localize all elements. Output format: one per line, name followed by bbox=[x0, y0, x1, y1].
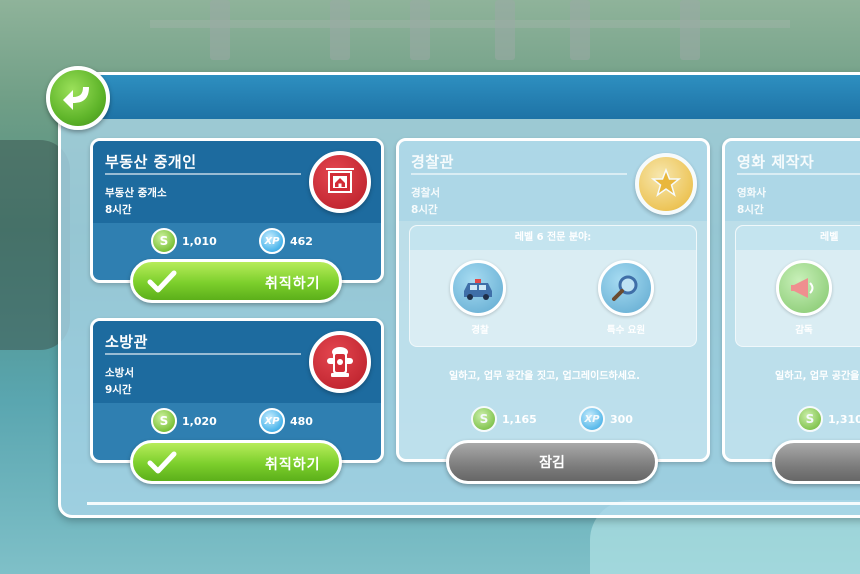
specialization-label: 특수 요원 bbox=[606, 325, 646, 336]
get-job-label: 취직하기 bbox=[265, 276, 321, 292]
checkmark-icon bbox=[147, 270, 177, 293]
job-workplace: 소방서 bbox=[105, 367, 134, 379]
xp-icon: XP bbox=[259, 408, 285, 434]
title-divider bbox=[105, 353, 301, 355]
megaphone-icon bbox=[776, 260, 832, 316]
unlock-hint: 일하고, 업무 공간을 bbox=[775, 371, 860, 382]
house-sign-icon bbox=[309, 151, 371, 213]
magnifying-glass-icon bbox=[598, 260, 654, 316]
background-post bbox=[410, 0, 430, 60]
xp-amount: 300 bbox=[610, 412, 633, 426]
simoleon-icon: S bbox=[471, 406, 497, 432]
coin-amount: 1,165 bbox=[502, 412, 537, 426]
job-title: 영화 제작자 bbox=[737, 153, 815, 171]
title-divider bbox=[737, 173, 860, 175]
job-workplace: 영화사 bbox=[737, 187, 766, 199]
back-button[interactable] bbox=[46, 66, 110, 130]
job-hours: 9시간 bbox=[105, 384, 132, 396]
title-divider bbox=[105, 173, 301, 175]
xp-icon: XP bbox=[579, 406, 605, 432]
title-divider bbox=[411, 173, 627, 175]
job-workplace: 경찰서 bbox=[411, 187, 440, 199]
police-badge-icon bbox=[635, 153, 697, 215]
coin-amount: 1,310 bbox=[828, 412, 860, 426]
xp-reward: XP 480 bbox=[259, 408, 313, 434]
background-post bbox=[330, 0, 350, 60]
background-post bbox=[570, 0, 590, 60]
job-hours: 8시간 bbox=[105, 204, 132, 216]
get-job-button[interactable]: 취직하기 bbox=[130, 440, 342, 484]
background-post bbox=[495, 0, 515, 60]
coin-reward: S 1,020 bbox=[151, 408, 217, 434]
xp-icon: XP bbox=[259, 228, 285, 254]
xp-amount: 480 bbox=[290, 414, 313, 428]
xp-amount: 462 bbox=[290, 234, 313, 248]
police-car-icon bbox=[450, 260, 506, 316]
specialization-label: 감독 bbox=[795, 325, 813, 336]
simoleon-icon: S bbox=[151, 408, 177, 434]
get-job-label: 취직하기 bbox=[265, 457, 321, 473]
panel-header bbox=[61, 75, 860, 119]
specialization-header: 레벨 6 전문 분야: bbox=[410, 226, 696, 250]
back-arrow-icon bbox=[63, 87, 89, 110]
specialization-box: 레벨 6 전문 분야: 경찰 특수 요원 bbox=[409, 225, 697, 347]
coin-amount: 1,010 bbox=[182, 234, 217, 248]
specialization-header: 레벨 bbox=[736, 226, 860, 250]
job-hours: 8시간 bbox=[411, 204, 438, 216]
job-title: 부동산 중개인 bbox=[105, 153, 197, 171]
xp-reward: XP 462 bbox=[259, 228, 313, 254]
xp-reward: XP 300 bbox=[579, 406, 633, 432]
specialization-label: 경찰 bbox=[471, 325, 489, 336]
locked-label: 잠김 bbox=[539, 455, 565, 471]
job-card-film-producer[interactable]: 영화 제작자 영화사 8시간 레벨 감독 일하고, 업무 공간을 S 1,310 bbox=[722, 138, 860, 462]
locked-button[interactable] bbox=[772, 440, 860, 484]
coin-reward: S 1,310 bbox=[797, 406, 860, 432]
unlock-hint: 일하고, 업무 공간을 짓고, 업그레이드하세요. bbox=[449, 371, 640, 382]
job-hours: 8시간 bbox=[737, 204, 764, 216]
simoleon-icon: S bbox=[151, 228, 177, 254]
coin-reward: S 1,165 bbox=[471, 406, 537, 432]
job-workplace: 부동산 중개소 bbox=[105, 187, 167, 199]
get-job-button[interactable]: 취직하기 bbox=[130, 259, 342, 303]
locked-button[interactable]: 잠김 bbox=[446, 440, 658, 484]
simoleon-icon: S bbox=[797, 406, 823, 432]
coin-reward: S 1,010 bbox=[151, 228, 217, 254]
coin-amount: 1,020 bbox=[182, 414, 217, 428]
panel-divider bbox=[87, 502, 860, 505]
background-post bbox=[210, 0, 230, 60]
job-title: 경찰관 bbox=[411, 153, 454, 171]
background-post bbox=[680, 0, 700, 60]
job-title: 소방관 bbox=[105, 333, 148, 351]
checkmark-icon bbox=[147, 451, 177, 474]
job-card-police[interactable]: 경찰관 경찰서 8시간 레벨 6 전문 분야: 경찰 특수 요원 일하고, 업무… bbox=[396, 138, 710, 462]
fire-hydrant-icon bbox=[309, 331, 371, 393]
specialization-box: 레벨 감독 bbox=[735, 225, 860, 347]
